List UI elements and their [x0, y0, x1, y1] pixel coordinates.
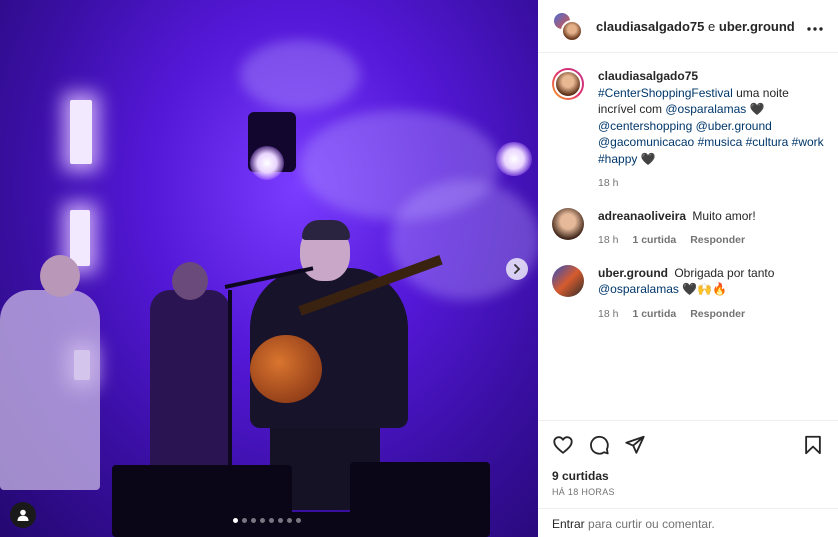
- avatar[interactable]: [552, 264, 584, 297]
- login-prompt-text: para curtir ou comentar.: [588, 517, 715, 531]
- post-side-panel: claudiasalgado75 e uber.ground claudiasa…: [538, 0, 838, 537]
- post-authors: claudiasalgado75 e uber.ground: [596, 19, 806, 34]
- comments-section: claudiasalgado75 #CenterShoppingFestival…: [538, 54, 838, 419]
- carousel-dot: [233, 518, 238, 523]
- hashtag-link[interactable]: #cultura: [746, 135, 789, 149]
- comment-icon[interactable]: [588, 434, 610, 456]
- carousel-dot: [278, 518, 283, 523]
- sax-player-head: [172, 262, 208, 300]
- login-link[interactable]: Entrar: [552, 517, 585, 531]
- more-options-button[interactable]: [806, 16, 824, 37]
- login-prompt: Entrar para curtir ou comentar.: [538, 508, 838, 537]
- carousel-dot: [260, 518, 265, 523]
- mention-link[interactable]: @uber.ground: [696, 119, 772, 133]
- comment-emojis: 🖤🙌🔥: [682, 282, 728, 296]
- stage-monitor: [160, 512, 440, 537]
- collab-avatars[interactable]: [552, 11, 583, 42]
- comment-time[interactable]: 18 h: [598, 232, 618, 249]
- hashtag-link[interactable]: #musica: [698, 135, 743, 149]
- comment-likes[interactable]: 1 curtida: [632, 306, 676, 323]
- carousel-dot: [251, 518, 256, 523]
- stage-light: [70, 100, 92, 164]
- spotlight: [250, 146, 284, 180]
- comment-text: Obrigada por tanto: [674, 265, 775, 280]
- avatar[interactable]: [561, 20, 583, 42]
- caption-time[interactable]: 18 h: [598, 175, 618, 192]
- heart-emoji: 🖤: [749, 102, 765, 116]
- post-actions: 9 curtidas HÁ 18 HORAS: [538, 420, 838, 497]
- guitar: [250, 335, 322, 403]
- ellipsis-icon: [807, 26, 823, 31]
- user-tag-icon: [17, 509, 29, 521]
- sax-player: [150, 290, 230, 470]
- stage-light: [70, 210, 90, 266]
- caption: claudiasalgado75 #CenterShoppingFestival…: [552, 68, 824, 192]
- comment-text: Muito amor!: [692, 208, 756, 223]
- comment-username[interactable]: uber.ground: [598, 266, 668, 280]
- mention-link[interactable]: @gacomunicacao: [598, 135, 694, 149]
- comment-likes[interactable]: 1 curtida: [632, 232, 676, 249]
- comment: uber.ground Obrigada por tanto @osparala…: [552, 264, 824, 323]
- post-header: claudiasalgado75 e uber.ground: [538, 0, 838, 53]
- share-icon[interactable]: [624, 434, 646, 456]
- spotlight: [496, 142, 532, 176]
- hashtag-link[interactable]: #happy: [598, 152, 637, 166]
- author-username[interactable]: uber.ground: [719, 19, 795, 34]
- reply-button[interactable]: Responder: [690, 306, 745, 323]
- stage-smoke: [240, 40, 360, 110]
- author-username[interactable]: claudiasalgado75: [596, 19, 704, 34]
- mic-stand: [228, 290, 232, 480]
- comment-time[interactable]: 18 h: [598, 306, 618, 323]
- guitarist-cap: [302, 220, 350, 240]
- comment: adreanaoliveira Muito amor! 18 h 1 curti…: [552, 207, 824, 249]
- stage-smoke: [390, 180, 538, 300]
- carousel-dot: [269, 518, 274, 523]
- carousel-indicator: [233, 518, 301, 523]
- mention-link[interactable]: @osparalamas: [598, 282, 679, 296]
- comment-username[interactable]: adreanaoliveira: [598, 209, 686, 223]
- caption-username[interactable]: claudiasalgado75: [598, 69, 698, 83]
- next-media-button[interactable]: [506, 258, 528, 280]
- hashtag-link[interactable]: #work: [792, 135, 824, 149]
- user-tag-button[interactable]: [10, 502, 36, 528]
- avatar[interactable]: [552, 68, 584, 100]
- post-time[interactable]: HÁ 18 HORAS: [552, 487, 824, 497]
- hashtag-link[interactable]: #CenterShoppingFestival: [598, 86, 733, 100]
- heart-icon[interactable]: [552, 434, 574, 456]
- post-media[interactable]: [0, 0, 538, 537]
- avatar[interactable]: [552, 207, 584, 240]
- likes-count[interactable]: 9 curtidas: [552, 469, 824, 483]
- carousel-dot: [287, 518, 292, 523]
- heart-emoji: 🖤: [640, 151, 656, 166]
- trumpet-player: [0, 290, 100, 490]
- carousel-dot: [296, 518, 301, 523]
- chevron-right-icon: [514, 264, 521, 274]
- bookmark-icon[interactable]: [802, 434, 824, 456]
- reply-button[interactable]: Responder: [690, 232, 745, 249]
- carousel-dot: [242, 518, 247, 523]
- mention-link[interactable]: @osparalamas: [665, 102, 746, 116]
- author-connector: e: [708, 18, 716, 34]
- mention-link[interactable]: @centershopping: [598, 119, 692, 133]
- trumpet-player-head: [40, 255, 80, 297]
